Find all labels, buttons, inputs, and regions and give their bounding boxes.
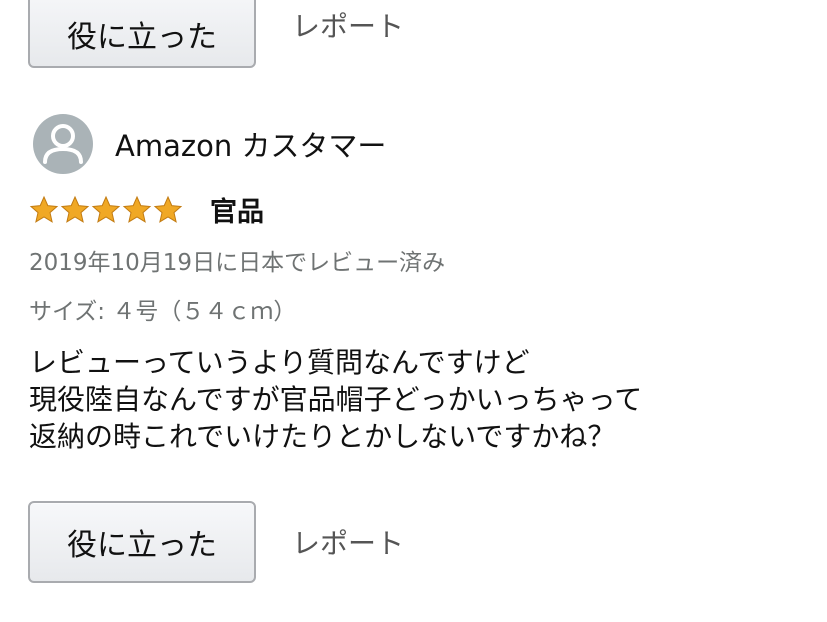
helpful-button[interactable]: 役に立った [28,0,256,68]
review-body-line: 返納の時これでいけたりとかしないですかね？ [29,420,616,453]
star-icon [153,195,183,223]
review-title[interactable]: 官品 [210,190,264,229]
top-action-row: 役に立った レポート [28,0,404,68]
review-body: レビューっていうより質問なんですけど 現役陸自なんですが官品帽子どっかいっちゃっ… [29,344,642,455]
star-icon [60,195,90,223]
report-link[interactable]: レポート [292,5,404,45]
avatar [33,114,93,174]
product-variant: サイズ: ４号（５４ｃｍ） [29,299,297,325]
reviewer-profile[interactable]: Amazon カスタマー [33,114,386,174]
reviewer-name[interactable]: Amazon カスタマー [115,123,386,165]
star-icon [122,195,152,223]
review-body-line: レビューっていうより質問なんですけど [29,346,530,379]
helpful-button[interactable]: 役に立った [28,501,256,583]
rating-row: 官品 [29,190,264,229]
star-icon [29,195,59,223]
report-link[interactable]: レポート [292,522,404,562]
star-icon [91,195,121,223]
bottom-action-row: 役に立った レポート [28,501,404,583]
review-date: 2019年10月19日に日本でレビュー済み [29,250,446,276]
review-body-line: 現役陸自なんですが官品帽子どっかいっちゃって [29,383,643,416]
person-silhouette-icon [43,124,83,164]
star-rating[interactable] [29,195,184,225]
